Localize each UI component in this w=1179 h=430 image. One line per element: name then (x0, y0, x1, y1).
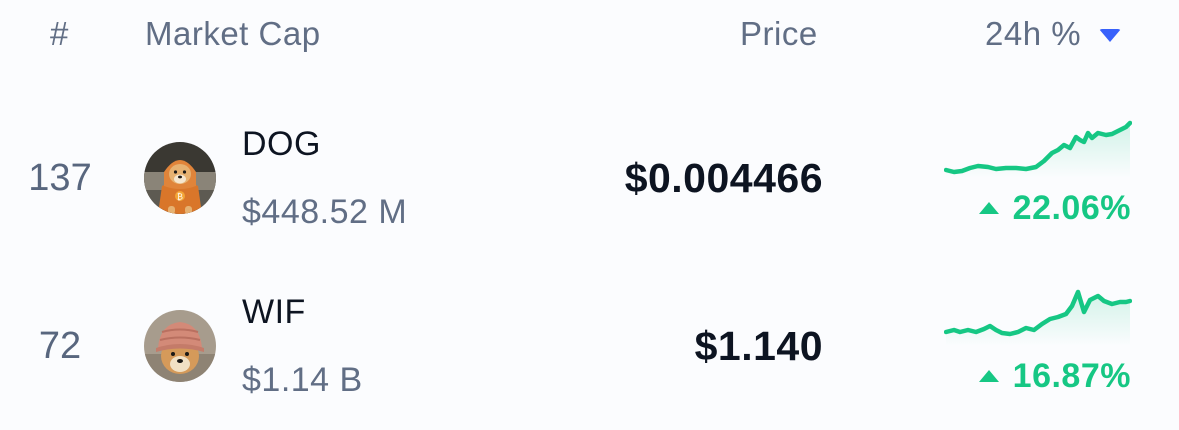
price-value: $1.140 (694, 323, 823, 369)
price-value: $0.004466 (624, 155, 823, 201)
change-24h-column-header[interactable]: 24h % (985, 14, 1122, 54)
svg-text:₿: ₿ (177, 193, 183, 202)
row-rank: 72 (38, 325, 82, 367)
change-24h-header-label: 24h % (985, 15, 1082, 52)
dog-token-avatar-icon: ₿ (144, 142, 216, 214)
caret-up-icon (978, 202, 999, 214)
market-cap-value: $1.14 B (242, 361, 363, 399)
market-cap-value: $448.52 M (242, 193, 408, 231)
change-24h-value: 22.06% (978, 188, 1131, 228)
rank-column-header[interactable]: # (50, 14, 69, 54)
change-24h-text: 16.87% (1012, 357, 1131, 395)
change-24h-value: 16.87% (978, 356, 1131, 396)
wif-token-avatar-icon (144, 310, 216, 382)
caret-up-icon (978, 370, 999, 382)
table-row[interactable]: 72 WIF $1.14 B $1.140 16.87% (0, 268, 1179, 428)
market-cap-column-header[interactable]: Market Cap (145, 14, 321, 54)
sparkline-7d-chart (944, 289, 1132, 346)
token-symbol[interactable]: WIF (242, 292, 306, 332)
price-column-header[interactable]: Price (740, 14, 818, 54)
row-rank: 137 (28, 157, 92, 199)
sort-descending-icon (1099, 28, 1122, 42)
sparkline-7d-chart (944, 120, 1132, 178)
token-symbol[interactable]: DOG (242, 124, 321, 164)
table-row[interactable]: 137 ₿ DOG $448.52 M $0.004466 22.06% (0, 100, 1179, 260)
change-24h-text: 22.06% (1012, 189, 1131, 227)
